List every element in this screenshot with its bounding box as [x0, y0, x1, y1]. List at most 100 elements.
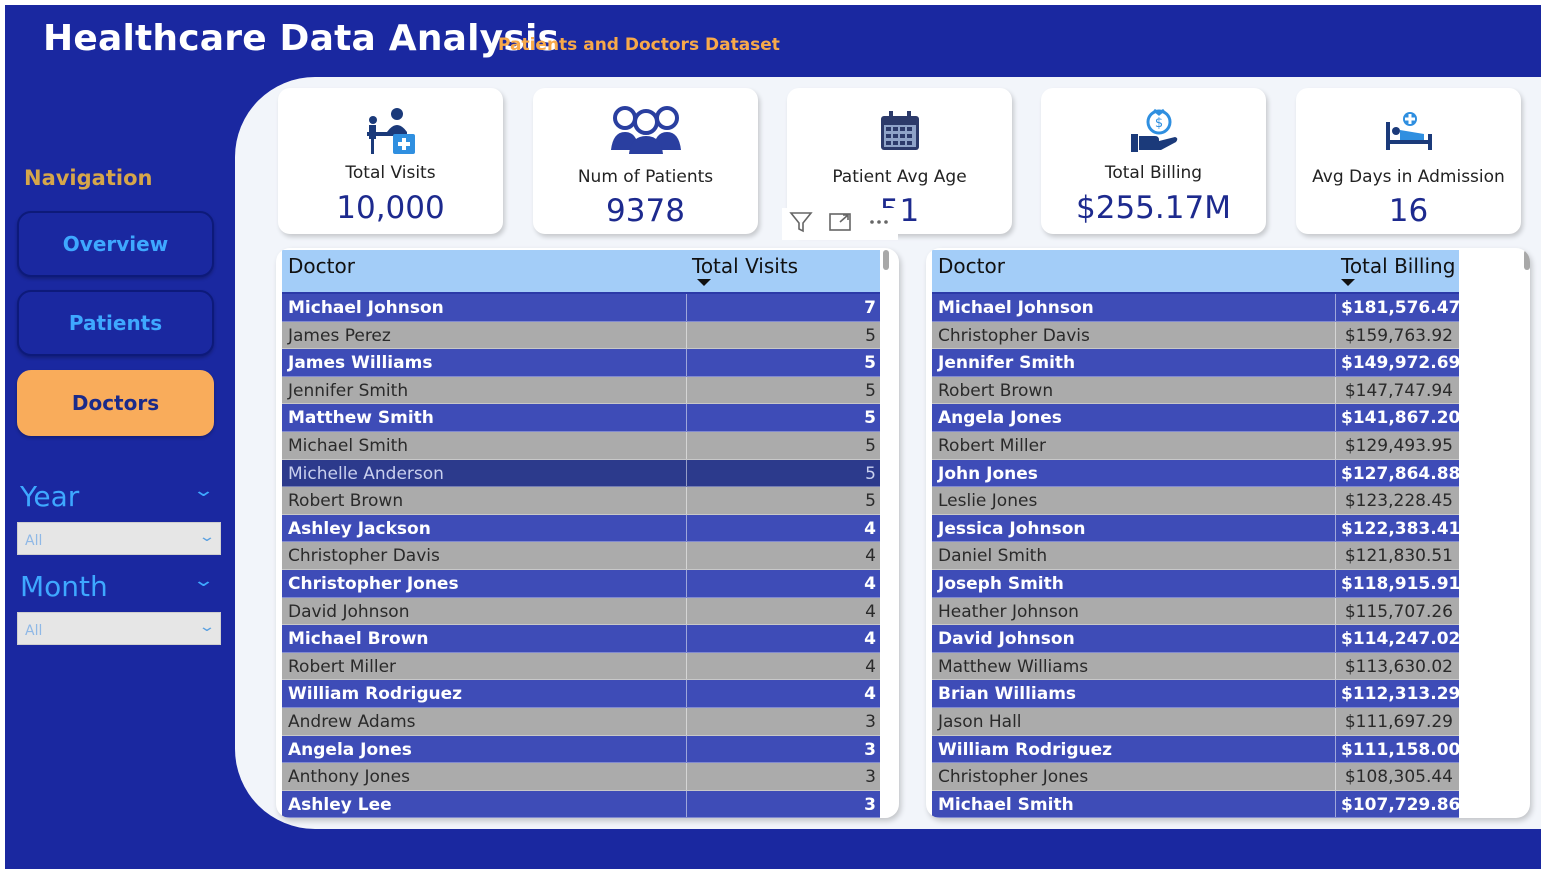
billing-table-card[interactable]: Doctor Total Billing Michael Johnson $181…: [926, 248, 1530, 818]
doctor-cell: Michelle Anderson: [288, 463, 444, 484]
focus-mode-icon[interactable]: [828, 211, 852, 238]
table-row[interactable]: Michelle Anderson 5: [282, 459, 880, 488]
table-row[interactable]: Daniel Smith $121,830.51: [932, 542, 1459, 570]
money-hand-icon: $: [1130, 108, 1177, 152]
table-row[interactable]: David Johnson $114,247.02: [932, 625, 1460, 653]
table-row[interactable]: Brian Williams $112,313.29: [932, 680, 1460, 708]
overview-button[interactable]: Overview: [17, 211, 214, 277]
kpi-value: 9378: [606, 193, 685, 229]
year-dropdown[interactable]: All ⌄: [17, 522, 221, 555]
table-row[interactable]: Michael Brown 4: [282, 625, 880, 653]
kpi-label: Num of Patients: [577, 167, 714, 187]
column-divider: [1335, 680, 1336, 707]
kpi-avg-days-admission[interactable]: Avg Days in Admission 16: [1296, 88, 1521, 234]
table-row[interactable]: Angela Jones $141,867.20: [932, 404, 1460, 432]
table-row[interactable]: James Williams 5: [282, 349, 880, 377]
table-row[interactable]: Jennifer Smith 5: [282, 376, 880, 405]
value-cell: $107,729.86: [1341, 794, 1461, 815]
table-row[interactable]: Robert Miller $129,493.95: [932, 431, 1459, 460]
table-row[interactable]: Matthew Williams $113,630.02: [932, 652, 1459, 681]
value-cell: $121,830.51: [1344, 546, 1453, 567]
month-dropdown-value: All: [25, 623, 43, 639]
visits-scrollbar[interactable]: [883, 250, 889, 270]
column-divider: [686, 790, 687, 818]
column-header-doctor[interactable]: Doctor: [288, 254, 355, 278]
table-row[interactable]: Robert Miller 4: [282, 652, 880, 681]
value-cell: $149,972.69: [1341, 353, 1461, 374]
table-row[interactable]: Christopher Jones 4: [282, 569, 880, 598]
value-cell: 4: [864, 573, 876, 594]
year-slicer-title: Year: [20, 480, 80, 513]
table-row[interactable]: Matthew Smith 5: [282, 404, 880, 432]
column-header-total-billing[interactable]: Total Billing: [1341, 254, 1455, 278]
column-divider: [686, 763, 687, 790]
table-row[interactable]: Christopher Davis $159,763.92: [932, 321, 1459, 350]
table-row[interactable]: Jason Hall $111,697.29: [932, 707, 1459, 736]
kpi-label: Avg Days in Admission: [1312, 167, 1505, 187]
table-row[interactable]: Jennifer Smith $149,972.69: [932, 349, 1461, 377]
table-row[interactable]: Christopher Davis 4: [282, 542, 880, 570]
kpi-num-patients[interactable]: Num of Patients 9378: [533, 88, 758, 234]
year-dropdown-value: All: [25, 533, 43, 549]
value-cell: $123,228.45: [1344, 491, 1453, 512]
column-divider: [686, 431, 687, 459]
table-row[interactable]: Leslie Jones $123,228.45: [932, 487, 1459, 515]
table-row[interactable]: Jessica Johnson $122,383.41: [932, 514, 1460, 543]
doctors-button[interactable]: Doctors: [17, 370, 214, 436]
table-row[interactable]: David Johnson 4: [282, 597, 880, 626]
table-row[interactable]: Michael Smith 5: [282, 431, 880, 460]
table-row[interactable]: Robert Brown $147,747.94: [932, 376, 1459, 405]
table-row[interactable]: Christopher Jones $108,305.44: [932, 763, 1459, 791]
value-cell: $111,697.29: [1344, 711, 1453, 732]
table-row[interactable]: James Perez 5: [282, 321, 880, 350]
table-row[interactable]: William Rodriguez 4: [282, 680, 880, 708]
table-row[interactable]: Michael Smith $107,729.86: [932, 790, 1461, 818]
doctor-cell: Jessica Johnson: [938, 518, 1086, 539]
table-row[interactable]: Michael Johnson $181,576.47: [932, 294, 1460, 322]
table-row[interactable]: Heather Johnson $115,707.26: [932, 597, 1459, 626]
filter-icon[interactable]: [789, 211, 813, 238]
table-row[interactable]: Anthony Jones 3: [282, 763, 880, 791]
more-options-icon[interactable]: [867, 211, 891, 238]
column-divider: [1335, 735, 1336, 763]
table-row[interactable]: Angela Jones 3: [282, 735, 880, 764]
patients-button[interactable]: Patients: [17, 290, 214, 356]
column-header-doctor[interactable]: Doctor: [938, 254, 1005, 278]
value-cell: $108,305.44: [1344, 767, 1453, 788]
doctor-cell: Brian Williams: [938, 684, 1077, 705]
table-row[interactable]: Joseph Smith $118,915.91: [932, 569, 1460, 598]
column-header-total-visits[interactable]: Total Visits: [692, 254, 798, 278]
sort-desc-icon[interactable]: [1341, 279, 1355, 286]
doctor-cell: Ashley Lee: [288, 794, 392, 815]
table-row[interactable]: Ashley Lee 3: [282, 790, 880, 818]
doctor-cell: William Rodriguez: [288, 684, 463, 705]
column-divider: [686, 680, 687, 707]
kpi-total-billing[interactable]: $ Total Billing $255.17M: [1041, 88, 1266, 234]
value-cell: 7: [864, 298, 876, 318]
kpi-total-visits[interactable]: Total Visits 10,000: [278, 88, 503, 234]
table-row[interactable]: Andrew Adams 3: [282, 707, 880, 736]
value-cell: 5: [864, 408, 876, 429]
billing-scrollbar[interactable]: [1524, 250, 1530, 270]
sort-desc-icon[interactable]: [697, 279, 711, 286]
year-collapse-icon[interactable]: ⌄: [192, 480, 215, 501]
month-collapse-icon[interactable]: ⌄: [192, 570, 215, 591]
table-row[interactable]: Robert Brown 5: [282, 487, 880, 515]
visits-table-card[interactable]: Doctor Total Visits Michael Johnson 7 Jame…: [276, 248, 899, 818]
table-row[interactable]: Ashley Jackson 4: [282, 514, 880, 543]
table-row[interactable]: John Jones $127,864.88: [932, 459, 1460, 488]
billing-table[interactable]: Doctor Total Billing Michael Johnson $181…: [932, 250, 1461, 818]
month-dropdown[interactable]: All ⌄: [17, 612, 221, 645]
column-divider: [1335, 763, 1336, 790]
kpi-label: Patient Avg Age: [832, 167, 967, 187]
column-divider: [686, 349, 687, 376]
value-cell: 5: [865, 491, 876, 512]
column-divider: [686, 542, 687, 569]
column-divider: [1335, 514, 1336, 542]
table-row[interactable]: Michael Johnson 7: [282, 294, 880, 322]
column-divider: [1335, 790, 1336, 818]
visits-table[interactable]: Doctor Total Visits Michael Johnson 7 Jame…: [282, 250, 880, 818]
table-row[interactable]: William Rodriguez $111,158.00: [932, 735, 1460, 764]
column-divider: [686, 735, 687, 763]
kpi-value: $255.17M: [1076, 190, 1231, 226]
